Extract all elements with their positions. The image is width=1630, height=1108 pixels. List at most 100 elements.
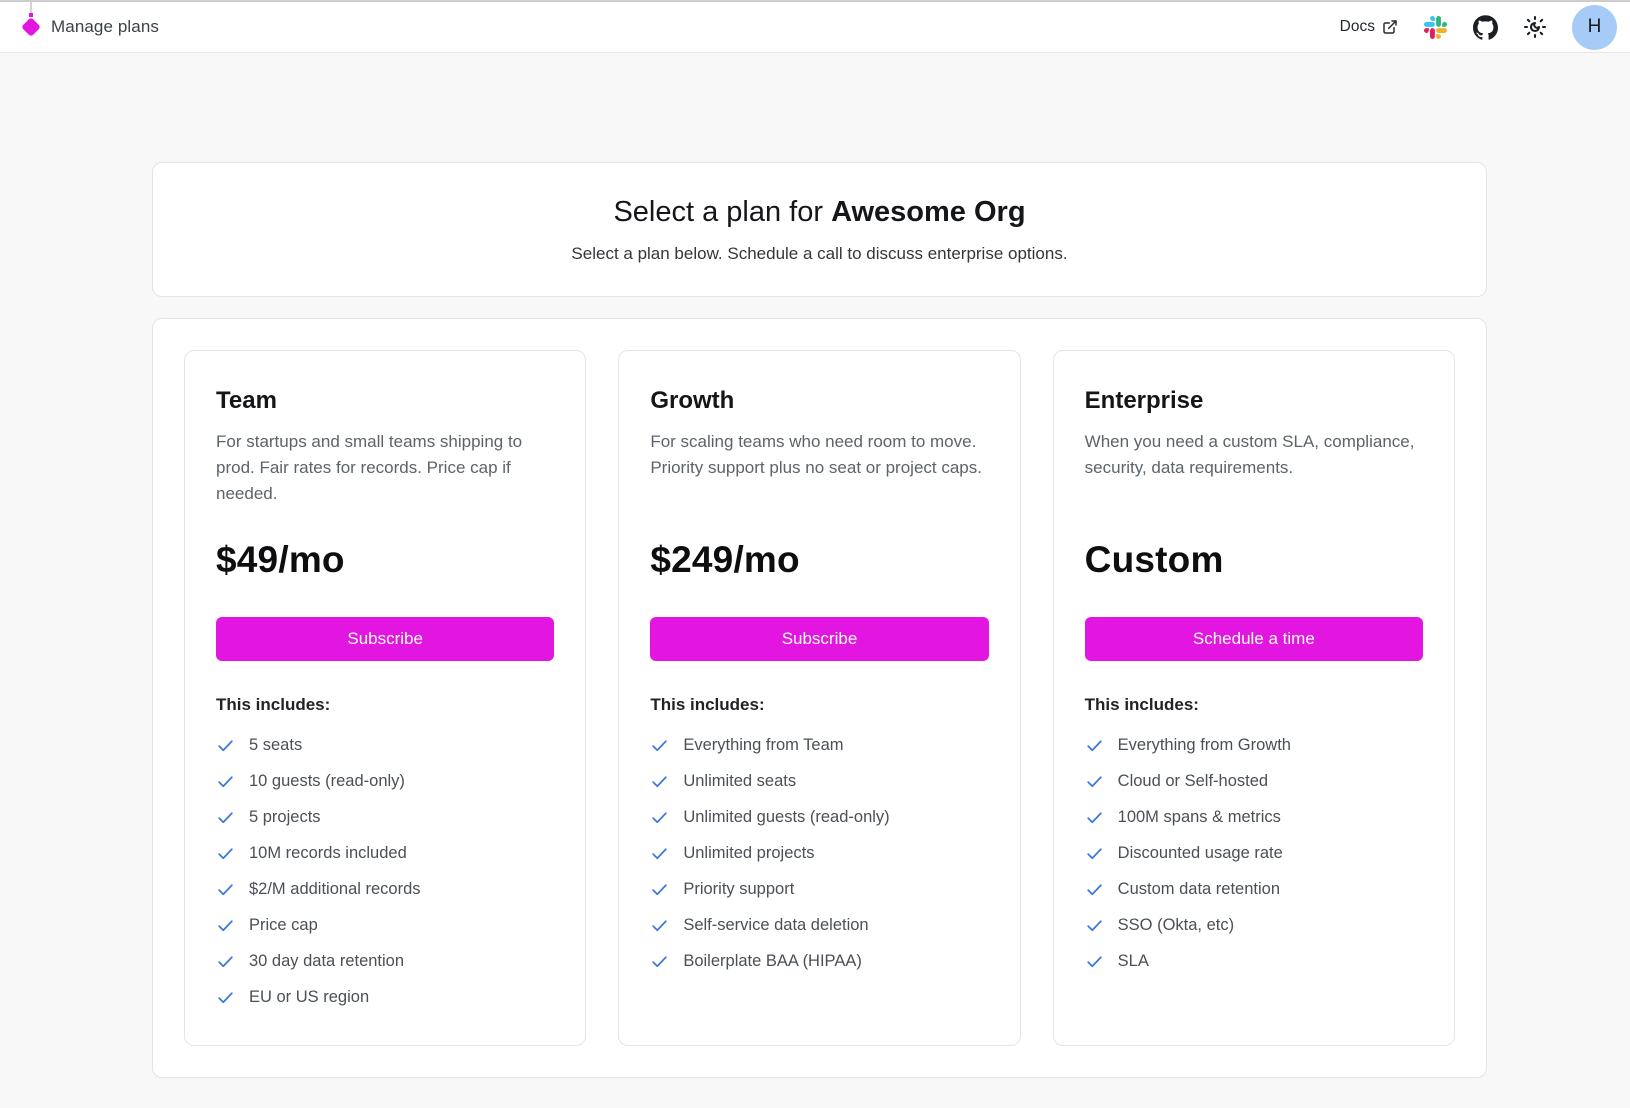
- feature-list: Everything from Growth Cloud or Self-hos…: [1085, 727, 1423, 979]
- check-icon: [216, 736, 235, 755]
- feature-label: 30 day data retention: [249, 952, 404, 971]
- feature-label: Unlimited projects: [683, 844, 814, 863]
- feature-label: Boilerplate BAA (HIPAA): [683, 952, 862, 971]
- plan-description: When you need a custom SLA, compliance, …: [1085, 429, 1423, 507]
- feature-label: SLA: [1118, 952, 1149, 971]
- org-name: Awesome Org: [831, 196, 1025, 228]
- plan-name: Growth: [650, 387, 988, 415]
- plan-card: Growth For scaling teams who need room t…: [618, 350, 1020, 1046]
- feature-list: Everything from Team Unlimited seats Unl…: [650, 727, 988, 979]
- feature-item: Unlimited guests (read-only): [650, 799, 988, 835]
- feature-label: Custom data retention: [1118, 880, 1280, 899]
- feature-item: $2/M additional records: [216, 871, 554, 907]
- feature-label: Cloud or Self-hosted: [1118, 772, 1268, 791]
- plan-name: Enterprise: [1085, 387, 1423, 415]
- check-icon: [216, 808, 235, 827]
- github-icon[interactable]: [1472, 14, 1498, 40]
- check-icon: [1085, 880, 1104, 899]
- slack-icon[interactable]: [1422, 14, 1448, 40]
- select-plan-hero: Select a plan for Awesome Org Select a p…: [152, 162, 1487, 297]
- feature-item: SSO (Okta, etc): [1085, 907, 1423, 943]
- feature-item: 5 seats: [216, 727, 554, 763]
- feature-label: SSO (Okta, etc): [1118, 916, 1234, 935]
- feature-item: 10 guests (read-only): [216, 763, 554, 799]
- check-icon: [650, 880, 669, 899]
- feature-label: 10M records included: [249, 844, 407, 863]
- feature-label: Everything from Growth: [1118, 736, 1291, 755]
- plan-card: Enterprise When you need a custom SLA, c…: [1053, 350, 1455, 1046]
- feature-item: SLA: [1085, 943, 1423, 979]
- page-title: Manage plans: [51, 17, 159, 37]
- check-icon: [216, 844, 235, 863]
- feature-item: Priority support: [650, 871, 988, 907]
- trace-connector-line: [30, 2, 32, 14]
- hero-title: Select a plan for Awesome Org: [613, 196, 1025, 229]
- docs-link[interactable]: Docs: [1340, 18, 1398, 36]
- feature-item: 5 projects: [216, 799, 554, 835]
- check-icon: [1085, 736, 1104, 755]
- header-right: Docs: [1340, 5, 1617, 50]
- check-icon: [1085, 844, 1104, 863]
- hero-title-prefix: Select a plan for: [613, 196, 831, 228]
- feature-item: Boilerplate BAA (HIPAA): [650, 943, 988, 979]
- check-icon: [216, 880, 235, 899]
- top-bar: Manage plans Docs: [0, 0, 1630, 53]
- includes-label: This includes:: [1085, 695, 1423, 715]
- feature-item: Everything from Growth: [1085, 727, 1423, 763]
- feature-item: Everything from Team: [650, 727, 988, 763]
- plan-cta-button[interactable]: Subscribe: [216, 617, 554, 661]
- diamond-logo-icon: [21, 17, 41, 37]
- feature-label: Self-service data deletion: [683, 916, 868, 935]
- external-link-icon: [1382, 19, 1398, 35]
- includes-label: This includes:: [216, 695, 554, 715]
- check-icon: [650, 844, 669, 863]
- feature-label: Priority support: [683, 880, 794, 899]
- feature-label: Unlimited seats: [683, 772, 796, 791]
- plan-description: For scaling teams who need room to move.…: [650, 429, 988, 507]
- plan-card: Team For startups and small teams shippi…: [184, 350, 586, 1046]
- header-left: Manage plans: [24, 17, 159, 37]
- check-icon: [1085, 808, 1104, 827]
- check-icon: [650, 916, 669, 935]
- check-icon: [650, 736, 669, 755]
- feature-item: Custom data retention: [1085, 871, 1423, 907]
- feature-item: Price cap: [216, 907, 554, 943]
- feature-label: 5 projects: [249, 808, 321, 827]
- user-avatar[interactable]: H: [1572, 5, 1617, 50]
- feature-label: Unlimited guests (read-only): [683, 808, 889, 827]
- plan-name: Team: [216, 387, 554, 415]
- docs-link-label: Docs: [1340, 18, 1375, 36]
- check-icon: [216, 772, 235, 791]
- check-icon: [650, 952, 669, 971]
- check-icon: [650, 808, 669, 827]
- theme-toggle-sun-moon-icon[interactable]: [1522, 14, 1548, 40]
- check-icon: [650, 772, 669, 791]
- feature-item: EU or US region: [216, 979, 554, 1015]
- includes-label: This includes:: [650, 695, 988, 715]
- plan-cta-button[interactable]: Schedule a time: [1085, 617, 1423, 661]
- plan-price: $249/mo: [650, 539, 988, 581]
- feature-item: Unlimited seats: [650, 763, 988, 799]
- check-icon: [216, 952, 235, 971]
- hero-subtitle: Select a plan below. Schedule a call to …: [571, 244, 1067, 264]
- main-content: Select a plan for Awesome Org Select a p…: [152, 162, 1487, 1078]
- feature-label: 5 seats: [249, 736, 302, 755]
- plan-price: Custom: [1085, 539, 1423, 581]
- plan-cta-button[interactable]: Subscribe: [650, 617, 988, 661]
- plans-grid: Team For startups and small teams shippi…: [184, 350, 1455, 1046]
- feature-item: Discounted usage rate: [1085, 835, 1423, 871]
- feature-item: 100M spans & metrics: [1085, 799, 1423, 835]
- plan-price: $49/mo: [216, 539, 554, 581]
- feature-item: 30 day data retention: [216, 943, 554, 979]
- feature-item: Cloud or Self-hosted: [1085, 763, 1423, 799]
- feature-label: $2/M additional records: [249, 880, 421, 899]
- feature-label: 10 guests (read-only): [249, 772, 405, 791]
- feature-label: Price cap: [249, 916, 318, 935]
- avatar-initial: H: [1588, 16, 1602, 38]
- feature-label: 100M spans & metrics: [1118, 808, 1281, 827]
- feature-label: EU or US region: [249, 988, 369, 1007]
- feature-label: Everything from Team: [683, 736, 843, 755]
- check-icon: [1085, 772, 1104, 791]
- feature-item: Unlimited projects: [650, 835, 988, 871]
- check-icon: [1085, 916, 1104, 935]
